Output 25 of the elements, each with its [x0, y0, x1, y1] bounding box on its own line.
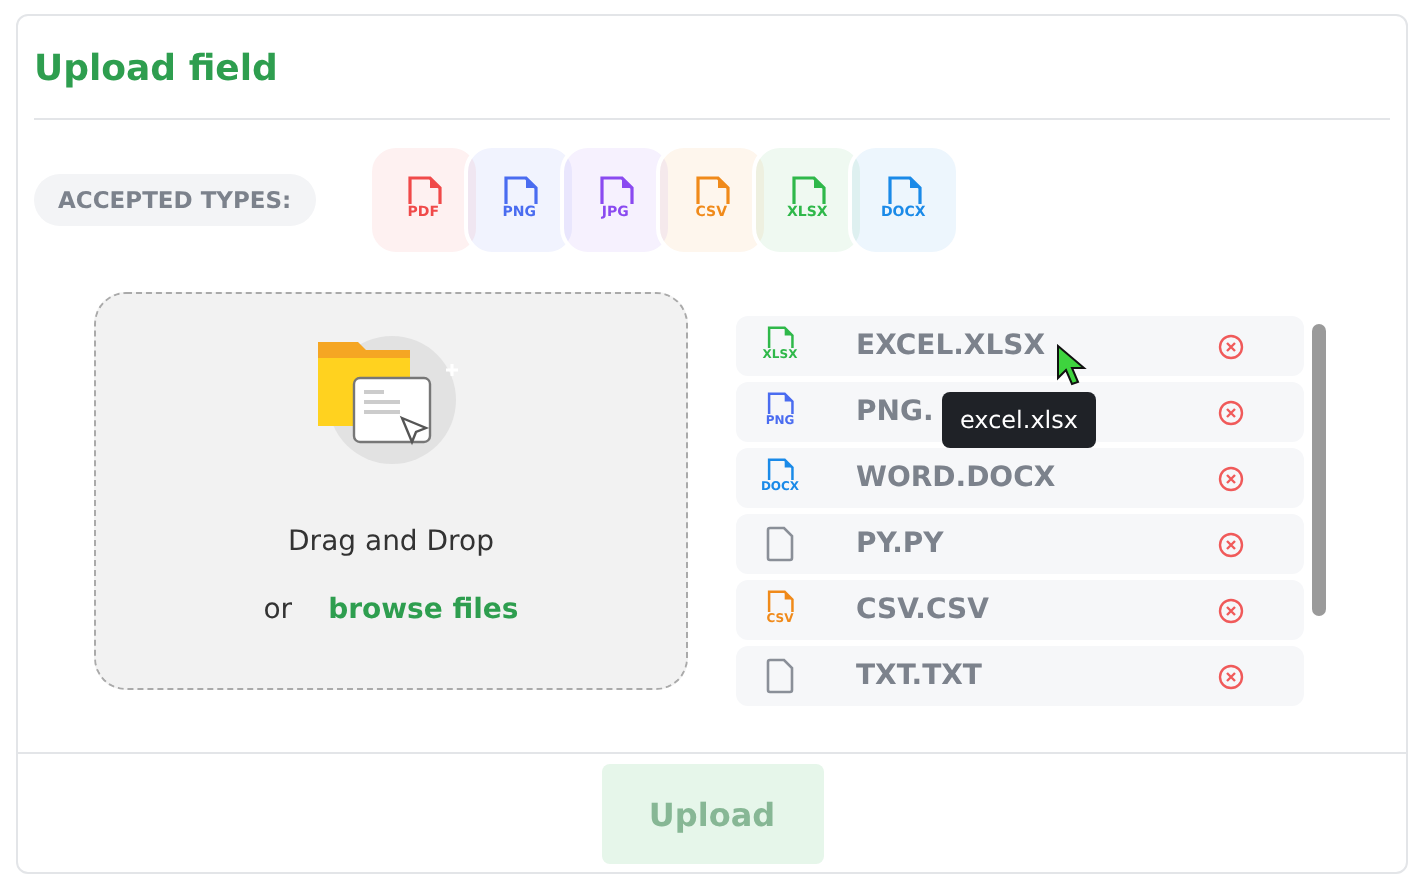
file-name: TXT.TXT — [856, 660, 982, 692]
file-name: CSV.CSV — [856, 594, 989, 626]
file-name: PNG. — [856, 396, 934, 428]
or-text: or — [263, 594, 293, 626]
remove-icon[interactable] — [1218, 597, 1244, 623]
card-title: Upload field — [32, 46, 280, 94]
cursor-icon — [1056, 344, 1088, 388]
browse-files-link[interactable]: browse files — [328, 594, 519, 626]
remove-icon[interactable] — [1218, 399, 1244, 425]
drag-drop-text: Drag and Drop — [288, 526, 494, 558]
file-name: WORD.DOCX — [856, 462, 1056, 494]
file-name: EXCEL.XLSX — [856, 330, 1046, 362]
remove-icon[interactable] — [1218, 531, 1244, 557]
remove-icon[interactable] — [1218, 663, 1244, 689]
scrollbar[interactable] — [1312, 324, 1326, 616]
file-row[interactable]: TXT.TXT — [736, 646, 1304, 706]
drop-zone[interactable]: Drag and Drop or browse files — [94, 292, 688, 690]
remove-icon[interactable] — [1218, 333, 1244, 359]
file-row[interactable]: PY.PY — [736, 514, 1304, 574]
file-icon — [766, 658, 794, 694]
accepted-types-label: ACCEPTED TYPES: — [34, 174, 316, 226]
tooltip: excel.xlsx — [942, 392, 1096, 448]
remove-icon[interactable] — [1218, 465, 1244, 491]
file-icon — [766, 526, 794, 562]
file-name: PY.PY — [856, 528, 944, 560]
